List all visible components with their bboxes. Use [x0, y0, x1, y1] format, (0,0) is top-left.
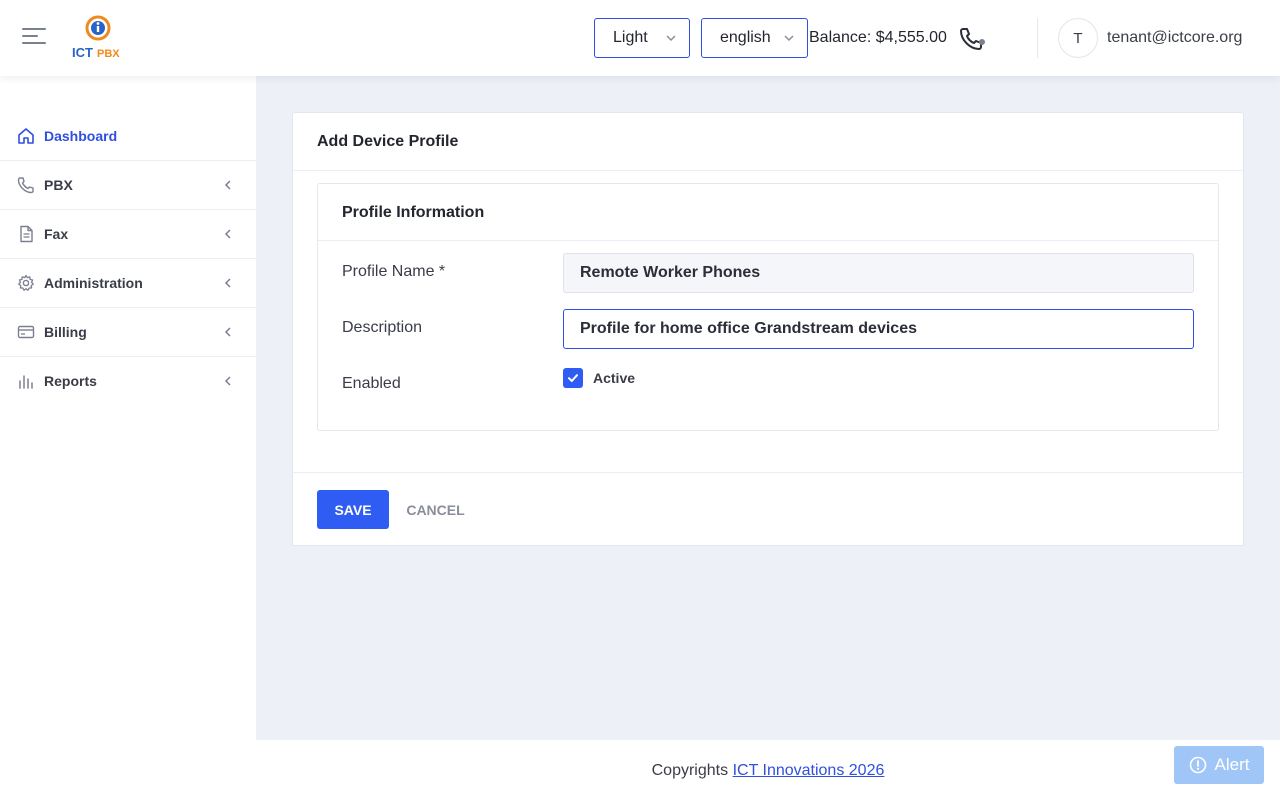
page-footer: Copyrights ICT Innovations 2026 — [256, 740, 1280, 800]
page-title: Add Device Profile — [317, 133, 459, 150]
chevron-left-icon — [224, 180, 231, 190]
chevron-down-icon — [784, 35, 794, 42]
chevron-left-icon — [224, 229, 231, 239]
divider — [293, 472, 1243, 473]
alert-button[interactable]: Alert — [1174, 746, 1264, 784]
theme-select[interactable]: Light — [594, 18, 690, 58]
bar-chart-icon — [19, 375, 33, 389]
description-input[interactable] — [563, 309, 1194, 349]
header-divider — [1037, 18, 1038, 58]
active-checkbox-label[interactable]: Active — [593, 370, 635, 386]
copyright-link[interactable]: ICT Innovations 2026 — [733, 762, 885, 779]
divider — [293, 170, 1243, 171]
ictpbx-logo[interactable]: ICT PBX — [70, 14, 126, 62]
active-checkbox[interactable] — [563, 368, 583, 388]
sidebar-item-label: PBX — [44, 177, 73, 193]
profile-name-label: Profile Name * — [342, 263, 446, 280]
alert-circle-icon — [1189, 756, 1206, 774]
language-select[interactable]: english — [701, 18, 808, 58]
user-avatar[interactable]: T — [1058, 18, 1098, 58]
sidebar-item-label: Dashboard — [44, 128, 118, 144]
chevron-down-icon — [666, 35, 676, 42]
sidebar: Dashboard PBX Fax Administration Billing… — [0, 76, 256, 800]
svg-text:PBX: PBX — [97, 48, 120, 60]
add-device-profile-card: Add Device Profile Profile Information P… — [292, 112, 1244, 546]
gear-icon — [18, 274, 34, 291]
theme-select-value: Light — [613, 29, 648, 46]
sidebar-item-administration[interactable]: Administration — [0, 259, 256, 308]
credit-card-icon — [17, 325, 35, 339]
sidebar-item-dashboard[interactable]: Dashboard — [0, 112, 256, 161]
menu-toggle-icon[interactable] — [22, 28, 46, 48]
top-header: ICT PBX Light english Balance: $4,555.00… — [0, 0, 1280, 76]
divider — [318, 240, 1218, 241]
checkmark-icon — [568, 374, 578, 382]
svg-text:ICT: ICT — [72, 45, 93, 60]
section-title: Profile Information — [342, 204, 485, 221]
user-email[interactable]: tenant@ictcore.org — [1107, 29, 1242, 47]
chevron-left-icon — [224, 376, 231, 386]
sidebar-item-label: Billing — [44, 324, 87, 340]
profile-name-input[interactable] — [563, 253, 1194, 293]
phone-icon — [17, 177, 34, 194]
document-icon — [20, 225, 33, 243]
sidebar-item-pbx[interactable]: PBX — [0, 161, 256, 210]
alert-button-label: Alert — [1214, 755, 1250, 774]
copyright-prefix: Copyrights — [651, 762, 729, 779]
language-select-value: english — [720, 29, 771, 46]
cancel-button[interactable]: CANCEL — [397, 490, 474, 529]
sidebar-item-fax[interactable]: Fax — [0, 210, 256, 259]
sidebar-item-label: Reports — [44, 373, 97, 389]
sidebar-item-label: Fax — [44, 226, 69, 242]
phone-status-icon[interactable] — [958, 26, 986, 52]
chevron-left-icon — [224, 278, 231, 288]
sidebar-item-label: Administration — [44, 275, 143, 291]
sidebar-item-billing[interactable]: Billing — [0, 308, 256, 357]
description-label: Description — [342, 319, 423, 336]
profile-information-section: Profile Information Profile Name * Descr… — [317, 183, 1219, 431]
copyright-text: Copyrights ICT Innovations 2026 — [256, 762, 1280, 780]
home-icon — [18, 128, 34, 144]
sidebar-item-reports[interactable]: Reports — [0, 357, 256, 406]
balance-text: Balance: $4,555.00 — [809, 29, 947, 46]
chevron-left-icon — [224, 327, 231, 337]
save-button[interactable]: SAVE — [317, 490, 389, 529]
enabled-label: Enabled — [342, 375, 401, 392]
